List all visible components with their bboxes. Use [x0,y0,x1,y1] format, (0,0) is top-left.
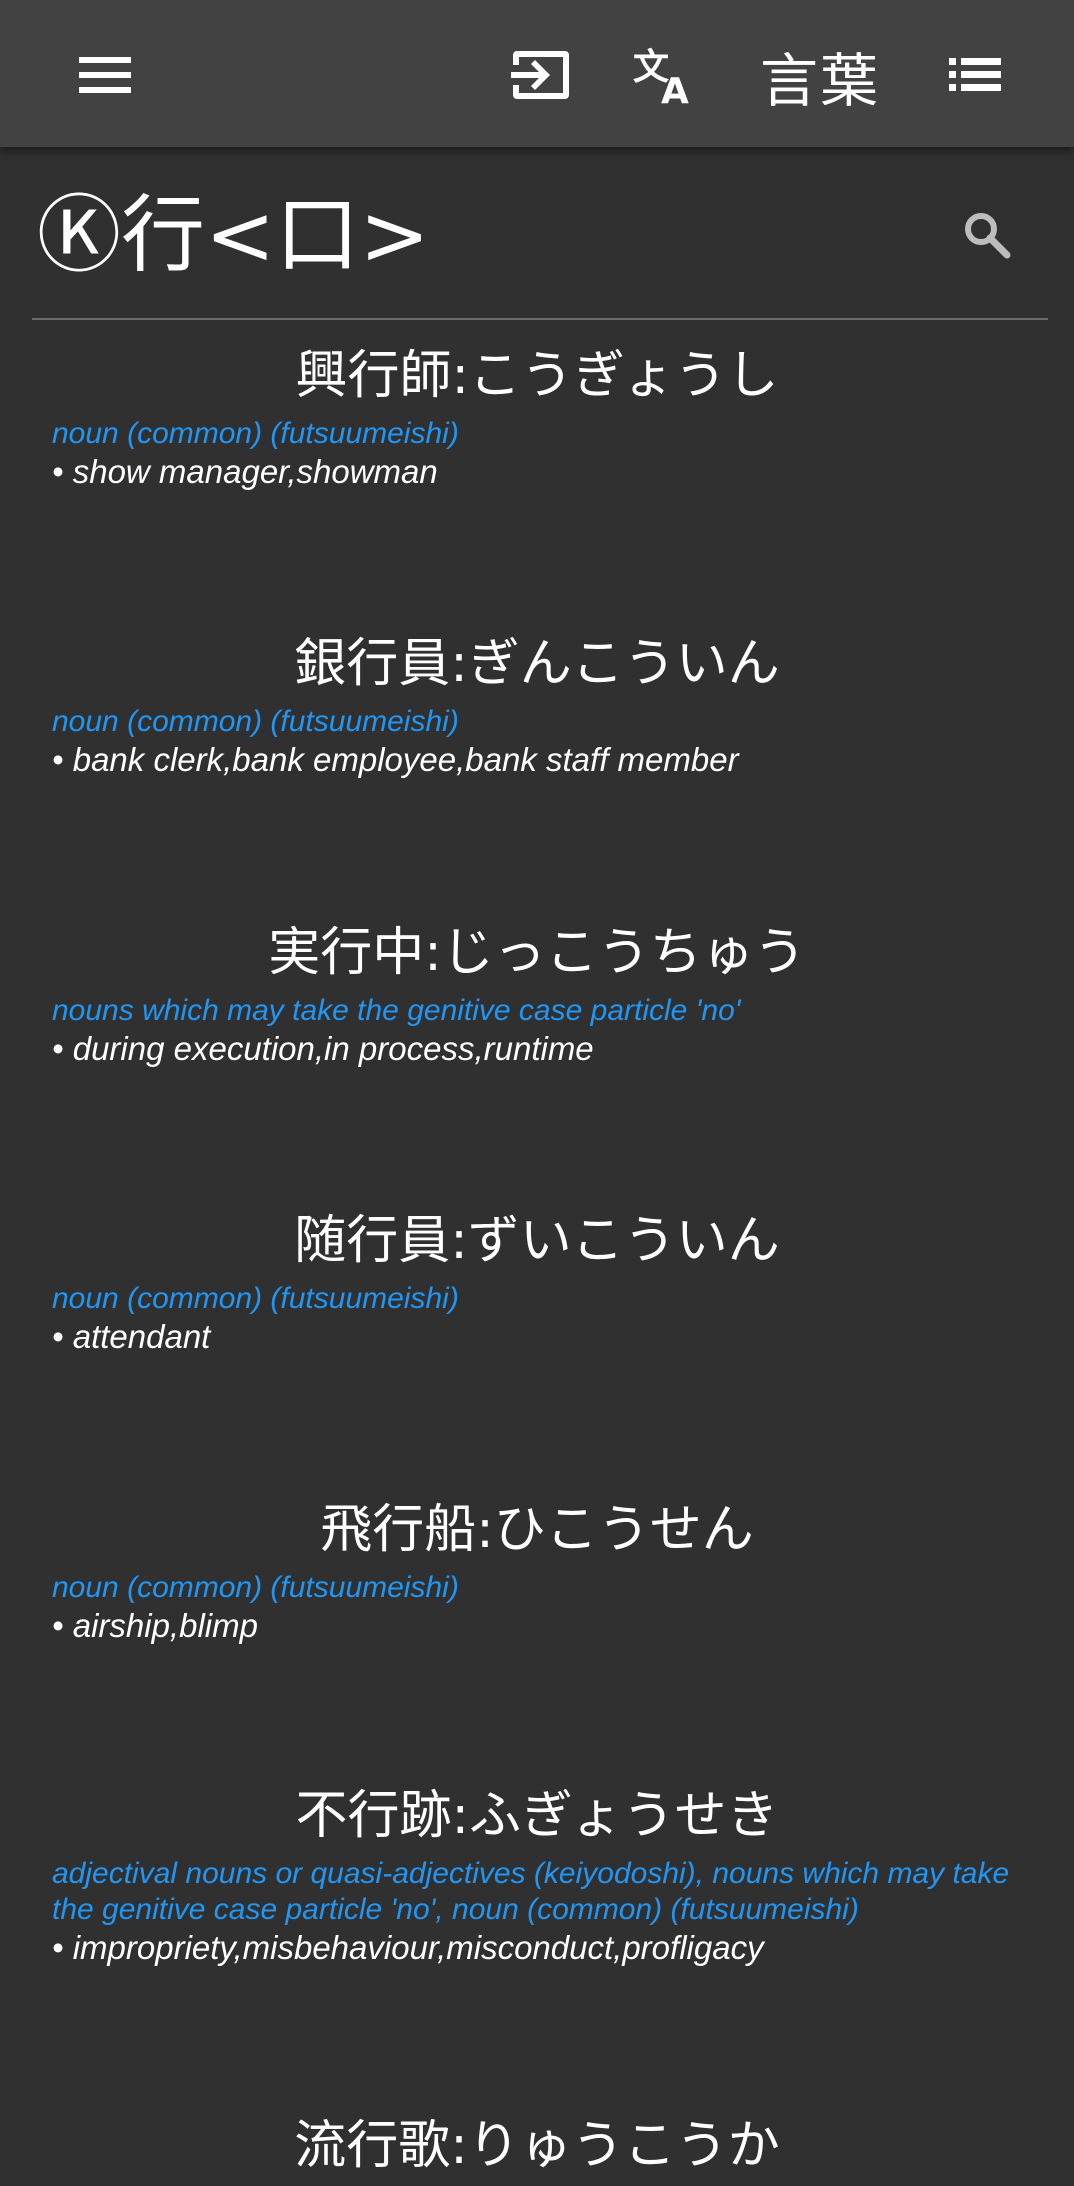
entry-item[interactable]: 銀行員:ぎんこういん noun (common) (futsuumeishi) … [52,628,1052,780]
translate-icon: 文 A [633,47,689,105]
entry-headword: 随行員:ずいこういん [294,1211,780,1271]
entry-item[interactable]: 随行員:ずいこういん noun (common) (futsuumeishi) … [52,1205,1052,1357]
entry-gloss: • airship,blimp [52,1607,258,1644]
search-icon [965,213,1011,259]
entry-gloss: • impropriety,misbehaviour,misconduct,pr… [52,1929,764,1966]
entry-gloss: • during execution,in process,runtime [52,1030,594,1067]
page-header: Ⓚ行<口> [32,185,1047,315]
login-button[interactable] [500,38,580,112]
svg-text:A: A [661,71,689,105]
entry-part-of-speech: noun (common) (futsuumeishi) [52,705,459,738]
entry-headword: 興行師:こうぎょうし [295,346,779,406]
menu-button[interactable] [65,40,145,110]
entry-headword: 流行歌:りゅうこうか [294,2116,780,2176]
entry-part-of-speech: adjectival nouns or quasi-adjectives (ke… [52,1857,1010,1926]
entry-part-of-speech: noun (common) (futsuumeishi) [52,417,459,450]
app-bar: 文 A 言葉 [0,0,1074,147]
entry-item[interactable]: 飛行船:ひこうせん noun (common) (futsuumeishi) •… [52,1494,1052,1646]
entry-headword: 飛行船:ひこうせん [320,1500,754,1560]
entry-part-of-speech: nouns which may take the genitive case p… [52,994,741,1027]
entry-part-of-speech: noun (common) (futsuumeishi) [52,1571,459,1604]
entry-gloss: • bank clerk,bank employee,bank staff me… [52,741,739,778]
header-divider [32,318,1048,320]
login-icon [511,51,569,99]
entry-gloss: • show manager,showman [52,453,438,490]
entry-headword: 実行中:じっこうちゅう [268,923,806,983]
list-icon [949,58,1001,91]
entry-item[interactable]: 流行歌:りゅうこうか [52,2110,1052,2186]
translate-button[interactable]: 文 A [625,38,705,112]
kotoba-button[interactable]: 言葉 [750,36,890,116]
entry-item[interactable]: 興行師:こうぎょうし noun (common) (futsuumeishi) … [52,340,1052,492]
entry-headword: 不行跡:ふぎょうせき [295,1786,779,1846]
entry-item[interactable]: 実行中:じっこうちゅう nouns which may take the gen… [52,917,1052,1069]
entry-item[interactable]: 不行跡:ふぎょうせき adjectival nouns or quasi-adj… [52,1780,1052,1968]
entry-gloss: • attendant [52,1318,211,1355]
list-button[interactable] [935,38,1015,112]
search-button[interactable] [952,200,1022,270]
page-title: Ⓚ行<口> [37,186,430,284]
entry-part-of-speech: noun (common) (futsuumeishi) [52,1282,459,1315]
entry-headword: 銀行員:ぎんこういん [294,634,780,694]
menu-icon [79,57,131,93]
